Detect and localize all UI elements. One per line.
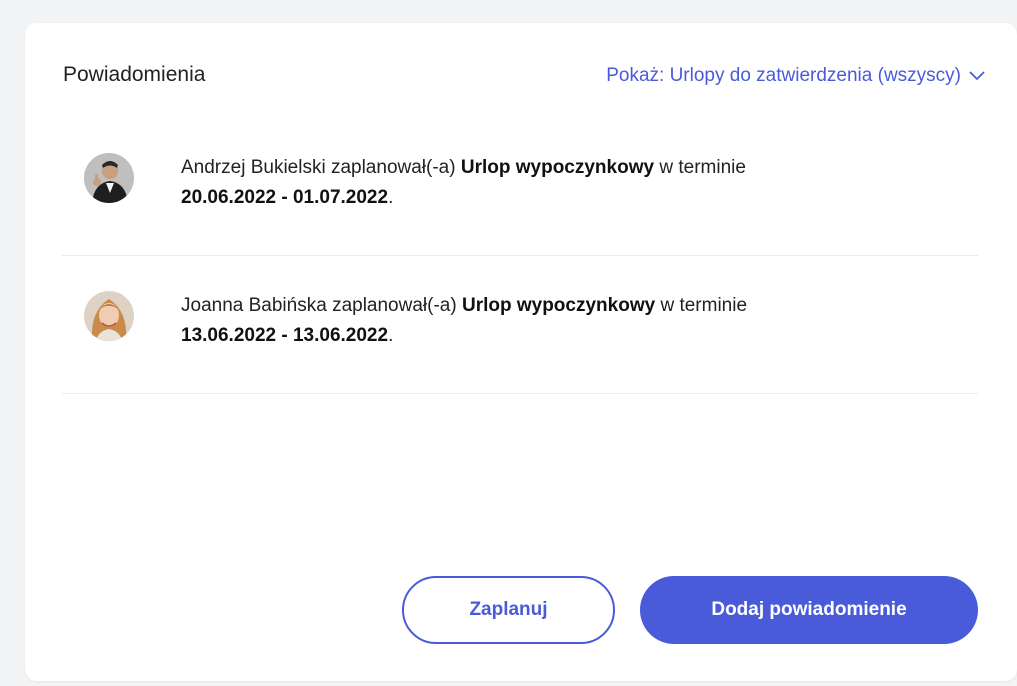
list-item[interactable]: Andrzej Bukielski zaplanował(-a) Urlop w… [62,118,978,256]
notification-in-term: w terminie [659,157,746,178]
add-notification-button[interactable]: Dodaj powiadomienie [640,576,978,644]
notification-leave-type: Urlop wypoczynkowy [461,295,656,316]
filter-label: Pokaż: Urlopy do zatwierdzenia (wszyscy) [606,65,961,86]
notification-text: Andrzej Bukielski zaplanował(-a) Urlop w… [181,153,941,213]
notification-end: . [388,187,394,208]
notification-user: Andrzej Bukielski [181,157,326,178]
page-title: Powiadomienia [63,63,206,86]
notification-leave-type: Urlop wypoczynkowy [460,157,655,178]
notification-dates: 20.06.2022 - 01.07.2022 [181,187,389,208]
notification-end: . [388,325,394,346]
notification-in-term: w terminie [660,295,748,316]
plan-button[interactable]: Zaplanuj [402,576,615,644]
notification-dates: 13.06.2022 - 13.06.2022 [181,325,389,346]
notifications-card: Powiadomienia Pokaż: Urlopy do zatwierdz… [25,23,1017,681]
notification-verb: zaplanował(-a) [330,157,456,178]
notification-verb: zaplanował(-a) [332,295,457,316]
avatar [84,291,134,341]
list-item[interactable]: Joanna Babińska zaplanował(-a) Urlop wyp… [62,256,978,394]
notification-user: Joanna Babińska [181,295,327,316]
avatar [84,153,134,203]
notification-text: Joanna Babińska zaplanował(-a) Urlop wyp… [181,291,941,351]
filter-dropdown[interactable]: Pokaż: Urlopy do zatwierdzenia (wszyscy) [606,65,985,87]
chevron-down-icon [969,71,985,81]
